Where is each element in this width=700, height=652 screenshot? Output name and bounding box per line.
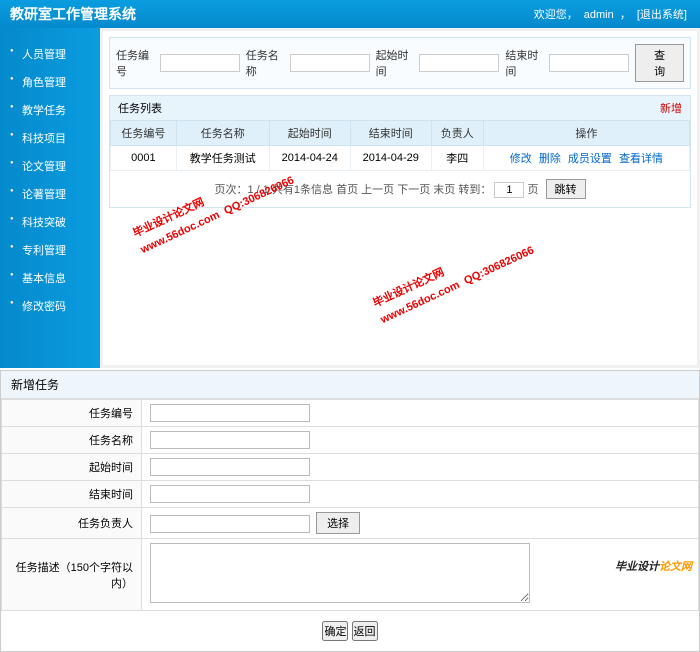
pager: 页次：1 / 1 共有1条信息 首页 上一页 下一页 末页 转到： 页 跳转	[110, 171, 690, 207]
col-name: 任务名称	[176, 121, 269, 146]
input-taskname[interactable]	[290, 54, 370, 72]
input-end[interactable]	[549, 54, 629, 72]
sidebar-item-info[interactable]: 基本信息	[0, 264, 100, 292]
header-user: 欢迎您， admin ， [退出系统]	[534, 6, 690, 22]
add-link[interactable]: 新增	[660, 100, 682, 116]
header: 教研室工作管理系统 欢迎您， admin ， [退出系统]	[0, 0, 700, 28]
sidebar-item-break[interactable]: 科技突破	[0, 208, 100, 236]
op-member[interactable]: 成员设置	[568, 153, 612, 165]
col-ops: 操作	[483, 121, 689, 146]
sidebar-item-patent[interactable]: 专利管理	[0, 236, 100, 264]
f-taskno[interactable]	[150, 404, 310, 422]
sidebar-item-paper[interactable]: 论文管理	[0, 152, 100, 180]
list-title: 任务列表	[118, 100, 162, 116]
back-button[interactable]: 返回	[352, 621, 378, 641]
label-end: 结束时间	[505, 47, 543, 79]
sidebar-item-role[interactable]: 角色管理	[0, 68, 100, 96]
op-detail[interactable]: 查看详情	[619, 153, 663, 165]
sidebar-item-tech[interactable]: 科技项目	[0, 124, 100, 152]
label-taskno: 任务编号	[116, 47, 154, 79]
f-taskname[interactable]	[150, 431, 310, 449]
label-taskname: 任务名称	[246, 47, 284, 79]
search-bar: 任务编号 任务名称 起始时间 结束时间 查询	[109, 37, 691, 89]
table-row: 0001 教学任务测试 2014-04-24 2014-04-29 李四 修改 …	[111, 146, 690, 171]
f-start[interactable]	[150, 458, 310, 476]
input-start[interactable]	[419, 54, 499, 72]
add-form: 新增任务 任务编号 任务名称 起始时间 结束时间 任务负责人 选择 任务描述（1…	[0, 370, 700, 652]
task-table: 任务编号 任务名称 起始时间 结束时间 负责人 操作 0001 教学任务测试 2…	[110, 120, 690, 171]
col-owner: 负责人	[431, 121, 483, 146]
col-id: 任务编号	[111, 121, 177, 146]
op-del[interactable]: 删除	[539, 153, 561, 165]
sidebar-item-task[interactable]: 教学任务	[0, 96, 100, 124]
col-start: 起始时间	[269, 121, 350, 146]
task-list: 任务列表 新增 任务编号 任务名称 起始时间 结束时间 负责人 操作 0001 …	[109, 95, 691, 208]
sidebar-item-pwd[interactable]: 修改密码	[0, 292, 100, 320]
app-title: 教研室工作管理系统	[10, 4, 136, 24]
form-title: 新增任务	[1, 371, 699, 399]
page-input[interactable]	[494, 182, 524, 198]
user-link[interactable]: admin	[584, 9, 614, 21]
ok-button[interactable]: 确定	[322, 621, 348, 641]
label-start: 起始时间	[376, 47, 414, 79]
op-edit[interactable]: 修改	[510, 153, 532, 165]
sidebar: 人员管理 角色管理 教学任务 科技项目 论文管理 论著管理 科技突破 专利管理 …	[0, 28, 100, 368]
sidebar-item-book[interactable]: 论著管理	[0, 180, 100, 208]
input-taskno[interactable]	[160, 54, 240, 72]
content: 任务编号 任务名称 起始时间 结束时间 查询 任务列表 新增 任务编号 任务名称…	[103, 31, 697, 365]
select-button[interactable]: 选择	[316, 512, 360, 534]
logout-link[interactable]: [退出系统]	[637, 9, 687, 21]
main: 人员管理 角色管理 教学任务 科技项目 论文管理 论著管理 科技突破 专利管理 …	[0, 28, 700, 368]
sidebar-item-staff[interactable]: 人员管理	[0, 40, 100, 68]
watermark: 毕业设计论文网www.56doc.com QQ:306826066	[370, 226, 537, 329]
f-end[interactable]	[150, 485, 310, 503]
f-owner[interactable]	[150, 515, 310, 533]
brand-watermark: 毕业设计论文网	[615, 557, 692, 575]
col-end: 结束时间	[350, 121, 431, 146]
f-desc[interactable]	[150, 543, 530, 603]
jump-button[interactable]: 跳转	[546, 179, 586, 199]
search-button[interactable]: 查询	[635, 44, 684, 82]
